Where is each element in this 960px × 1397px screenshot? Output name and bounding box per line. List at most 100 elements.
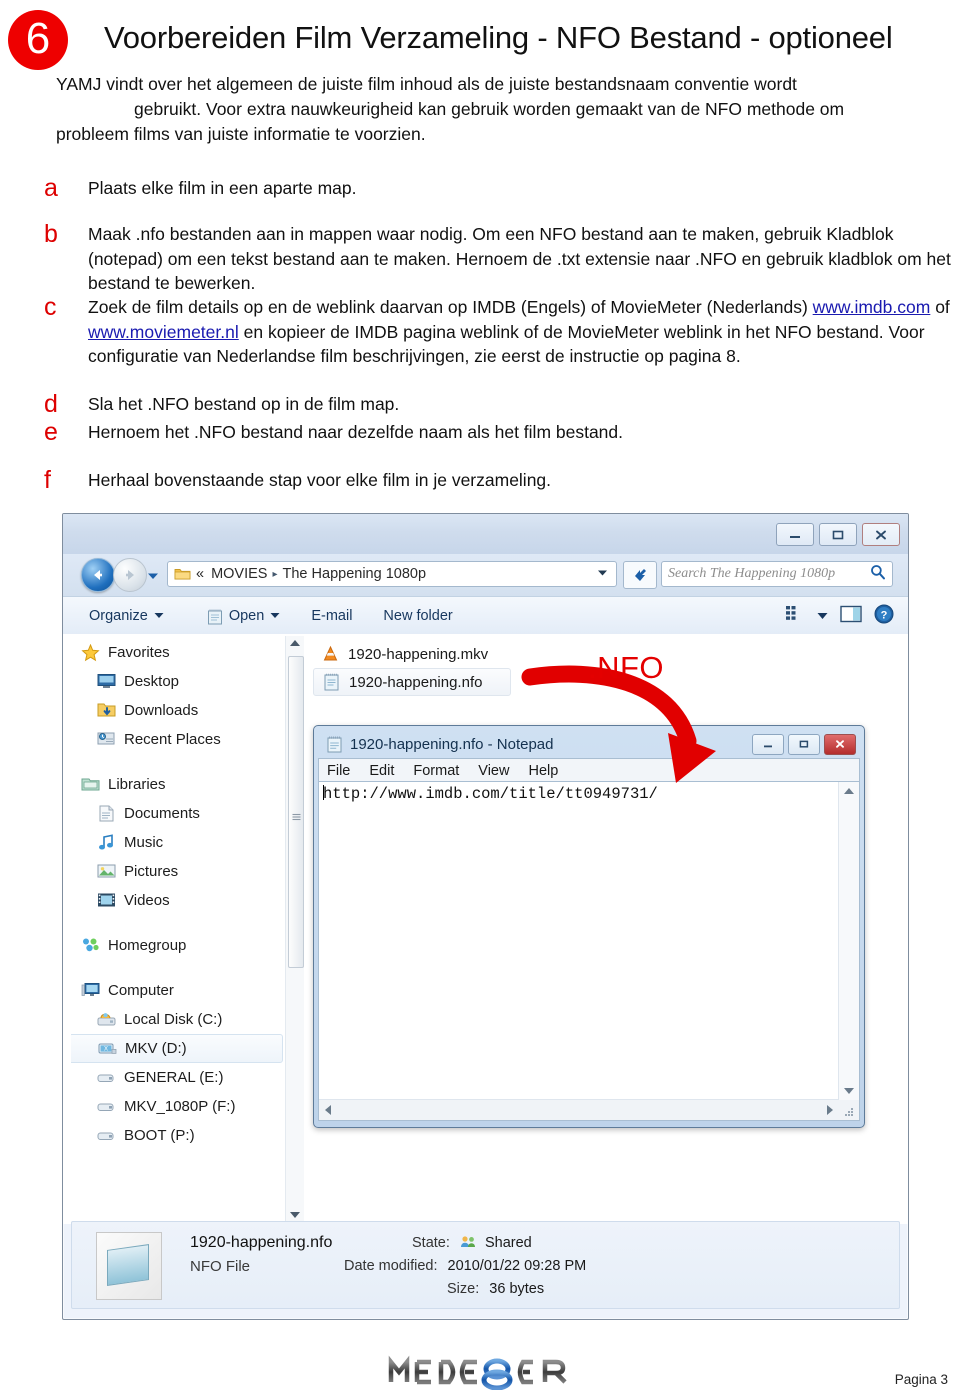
- sidebar-item-recent-places[interactable]: Recent Places: [71, 725, 283, 754]
- menu-item-file[interactable]: File: [327, 763, 350, 779]
- refresh-button[interactable]: [623, 561, 657, 589]
- notepad-window-controls: [752, 733, 856, 755]
- file-name: 1920-happening.mkv: [348, 645, 489, 663]
- open-label: Open: [228, 608, 265, 624]
- step-item-c: c Zoek de film details op en de weblink …: [44, 295, 956, 369]
- scroll-down-arrow-icon[interactable]: [290, 1212, 300, 1218]
- minimize-button[interactable]: [776, 523, 814, 546]
- sidebar-label: Local Disk (C:): [124, 1011, 223, 1028]
- sidebar-item-downloads[interactable]: Downloads: [71, 696, 283, 725]
- maximize-button[interactable]: [788, 733, 820, 755]
- sidebar-item-documents[interactable]: Documents: [71, 799, 283, 828]
- documents-icon: [97, 805, 117, 822]
- chevron-down-icon: [154, 611, 164, 621]
- new-folder-button[interactable]: New folder: [367, 597, 467, 635]
- sidebar-item-local-disk-c[interactable]: Local Disk (C:): [71, 1005, 283, 1034]
- nfo-file-glyph-icon: [107, 1244, 149, 1286]
- scroll-up-arrow-icon[interactable]: [290, 640, 300, 646]
- forward-button[interactable]: [113, 558, 147, 592]
- address-bar[interactable]: « MOVIES ▸ The Happening 1080p: [167, 561, 617, 587]
- breadcrumb-overflow[interactable]: «: [196, 566, 204, 582]
- details-size-value: 36 bytes: [489, 1281, 545, 1297]
- sidebar-label: Computer: [108, 982, 174, 999]
- step-text-c: Zoek de film details op en de weblink da…: [88, 295, 956, 369]
- page-number: Pagina 3: [894, 1372, 948, 1387]
- email-button[interactable]: E-mail: [289, 597, 367, 635]
- close-button[interactable]: [824, 733, 856, 755]
- preview-pane-icon[interactable]: [840, 605, 862, 628]
- list-item[interactable]: 1920-happening.nfo: [313, 668, 511, 696]
- moviemeter-link[interactable]: www.moviemeter.nl: [88, 322, 239, 342]
- sidebar-label: Libraries: [108, 776, 166, 793]
- breadcrumb-movies[interactable]: MOVIES: [211, 566, 267, 582]
- menu-item-edit[interactable]: Edit: [369, 763, 394, 779]
- search-input[interactable]: Search The Happening 1080p: [661, 561, 893, 587]
- sidebar-label: Homegroup: [108, 937, 187, 954]
- help-icon[interactable]: ?: [874, 604, 894, 629]
- scroll-up-arrow-icon[interactable]: [844, 788, 854, 794]
- sidebar-item-favorites[interactable]: Favorites: [71, 638, 283, 667]
- sidebar-item-videos[interactable]: Videos: [71, 886, 283, 915]
- notepad-text-area[interactable]: http://www.imdb.com/title/tt0949731/: [319, 782, 839, 1100]
- view-chevron-down-icon[interactable]: [817, 607, 828, 625]
- sidebar-item-boot-p[interactable]: BOOT (P:): [71, 1121, 283, 1150]
- menu-item-view[interactable]: View: [478, 763, 509, 779]
- breadcrumb-separator-icon[interactable]: ▸: [272, 569, 277, 580]
- search-icon[interactable]: [870, 564, 886, 585]
- step-text-d: Sla het .NFO bestand op in de film map.: [88, 394, 400, 414]
- notepad-vertical-scrollbar[interactable]: [838, 782, 859, 1100]
- view-layout-icon[interactable]: [785, 605, 805, 627]
- resize-grip-icon[interactable]: [839, 1100, 859, 1120]
- libraries-icon: [81, 776, 101, 793]
- navigation-pane-scrollbar[interactable]: [285, 636, 304, 1222]
- sidebar-item-mkv-1080p-f[interactable]: MKV_1080P (F:): [71, 1092, 283, 1121]
- mede8er-logo: [388, 1355, 567, 1390]
- close-button[interactable]: [862, 523, 900, 546]
- step-text-a: Plaats elke film in een aparte map.: [88, 178, 357, 198]
- notepad-client-area: http://www.imdb.com/title/tt0949731/: [318, 781, 860, 1121]
- drive-icon: [97, 1098, 117, 1115]
- vlc-media-icon: [321, 645, 341, 664]
- sidebar-item-homegroup[interactable]: Homegroup: [71, 931, 283, 960]
- sidebar-item-desktop[interactable]: Desktop: [71, 667, 283, 696]
- menu-item-format[interactable]: Format: [413, 763, 459, 779]
- step-letter-c: c: [44, 293, 57, 321]
- details-date-row: Date modified: 2010/01/22 09:28 PM: [344, 1258, 586, 1274]
- sidebar-item-mkv-d[interactable]: X MKV (D:): [71, 1034, 283, 1063]
- sidebar-item-pictures[interactable]: Pictures: [71, 857, 283, 886]
- sidebar-separator: [71, 754, 283, 770]
- list-item[interactable]: 1920-happening.mkv: [313, 640, 511, 668]
- minimize-button[interactable]: [752, 733, 784, 755]
- address-chevron-down-icon[interactable]: [597, 569, 612, 580]
- sidebar-item-libraries[interactable]: Libraries: [71, 770, 283, 799]
- chevron-down-icon: [270, 611, 280, 621]
- sidebar-label: GENERAL (E:): [124, 1069, 224, 1086]
- sidebar-label: MKV_1080P (F:): [124, 1098, 236, 1115]
- sidebar-item-music[interactable]: Music: [71, 828, 283, 857]
- sidebar-item-computer[interactable]: Computer: [71, 976, 283, 1005]
- scroll-right-arrow-icon[interactable]: [827, 1105, 833, 1115]
- music-note-icon: [97, 834, 117, 851]
- scroll-left-arrow-icon[interactable]: [325, 1105, 331, 1115]
- details-state-row: State: Shared: [412, 1235, 532, 1251]
- scrollbar-thumb[interactable]: [288, 656, 304, 968]
- notepad-icon: [207, 608, 223, 625]
- intro-line-1: YAMJ vindt over het algemeen de juiste f…: [56, 74, 797, 94]
- details-date-label: Date modified:: [344, 1258, 438, 1274]
- maximize-button[interactable]: [819, 523, 857, 546]
- step-item-d: d Sla het .NFO bestand op in de film map…: [44, 392, 956, 417]
- imdb-link[interactable]: www.imdb.com: [813, 297, 931, 317]
- details-pane: 1920-happening.nfo NFO File State: Share…: [71, 1221, 900, 1309]
- email-label: E-mail: [311, 608, 353, 624]
- breadcrumb-current-folder[interactable]: The Happening 1080p: [283, 566, 427, 582]
- open-button[interactable]: Open: [173, 597, 289, 635]
- explorer-address-row: « MOVIES ▸ The Happening 1080p Search Th…: [63, 554, 908, 596]
- scroll-down-arrow-icon[interactable]: [844, 1088, 854, 1094]
- step-text-b: Maak .nfo bestanden aan in mappen waar n…: [88, 224, 951, 293]
- back-button[interactable]: [81, 558, 115, 592]
- step-letter-e: e: [44, 418, 58, 446]
- notepad-horizontal-scrollbar[interactable]: [319, 1099, 839, 1120]
- history-dropdown-icon[interactable]: [147, 568, 159, 586]
- sidebar-item-general-e[interactable]: GENERAL (E:): [71, 1063, 283, 1092]
- organize-button[interactable]: Organize: [63, 597, 173, 635]
